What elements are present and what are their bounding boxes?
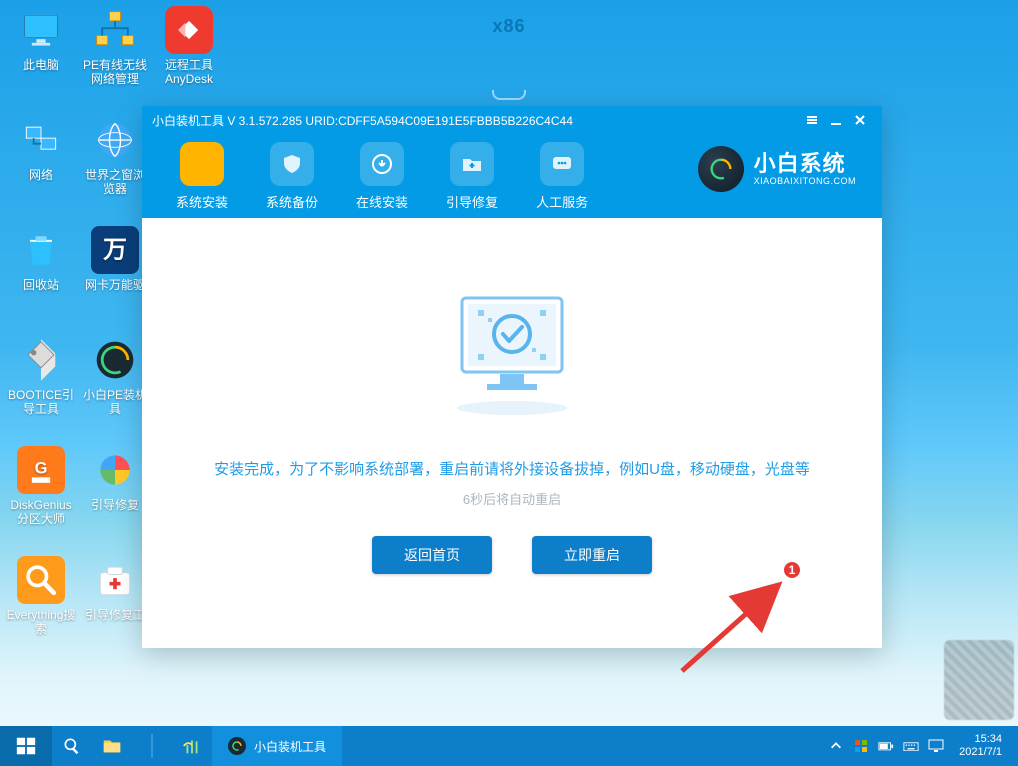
desktop-icon-this-pc[interactable]: 此电脑 [6,6,76,72]
close-button[interactable] [848,108,872,132]
desktop-icon-xiaobai-pe[interactable]: 小白PE装机具 [80,336,150,416]
network-icon [17,116,65,164]
icon-label: 远程工具AnyDesk [154,58,224,86]
taskbar-search[interactable] [52,726,92,766]
desktop-icon-diskgenius[interactable]: G DiskGenius分区大师 [6,446,76,526]
svg-text:万: 万 [103,236,127,263]
back-home-button[interactable]: 返回首页 [372,536,492,574]
recycle-bin-icon [17,226,65,274]
icon-label: 网络 [6,168,76,182]
content-pane: 安装完成，为了不影响系统部署，重启前请将外接设备拔掉，例如U盘，移动硬盘，光盘等… [142,218,882,648]
brand-subtitle: XIAOBAIXITONG.COM [754,177,856,186]
diskgenius-icon: G [17,446,65,494]
blurred-overlay [944,640,1014,720]
desktop-icon-pe-net[interactable]: PE有线无线网络管理 [80,6,150,86]
desktop-icon-anydesk[interactable]: 远程工具AnyDesk [154,6,224,86]
app-window: 小白装机工具 V 3.1.572.285 URID:CDFF5A594C09E1… [142,106,882,648]
tab-install[interactable]: 系统安装 [176,142,228,211]
icon-label: 世界之窗浏览器 [80,168,150,196]
folder-plus-icon [450,142,494,186]
taskbar-app-xiaobai[interactable]: 小白装机工具 [212,726,342,766]
icon-label: DiskGenius分区大师 [6,498,76,526]
tab-support[interactable]: 人工服务 [536,142,588,211]
annotation-badge: 1 [782,560,802,580]
icon-label: Everything搜索 [6,608,76,636]
anydesk-icon [165,6,213,54]
tag-icon [17,336,65,384]
icon-label: 此电脑 [6,58,76,72]
download-icon [180,142,224,186]
desktop-icon-network[interactable]: 网络 [6,116,76,182]
icon-label: 回收站 [6,278,76,292]
minimize-button[interactable] [824,108,848,132]
countdown-message: 6秒后将自动重启 [202,489,822,508]
clock-time: 15:34 [959,733,1002,746]
menu-button[interactable] [800,108,824,132]
desktop-icon-everything[interactable]: Everything搜索 [6,556,76,636]
tab-bootfix[interactable]: 引导修复 [446,142,498,211]
desktop-icon-driver-tool[interactable]: 万 网卡万能驱 [80,226,150,292]
brand-logo-icon [698,146,744,192]
desktop-icon-boot-repair[interactable]: 引导修复 [80,446,150,512]
tray-flag-icon[interactable] [853,738,869,754]
monitor-icon [17,6,65,54]
icon-label: 网卡万能驱 [80,278,150,292]
tray-keyboard-icon[interactable] [903,738,919,754]
wan-icon: 万 [91,226,139,274]
desktop-icon-boot-repair-tool[interactable]: 引导修复工 [80,556,150,622]
cloud-download-icon [360,142,404,186]
clock-date: 2021/7/1 [959,746,1002,759]
window-header: 小白装机工具 V 3.1.572.285 URID:CDFF5A594C09E1… [142,106,882,218]
taskbar-separator [132,726,172,766]
window-title: 小白装机工具 V 3.1.572.285 URID:CDFF5A594C09E1… [152,112,573,129]
tab-label: 人工服务 [536,192,588,211]
restart-now-button[interactable]: 立即重启 [532,536,652,574]
taskbar-explorer[interactable] [92,726,132,766]
taskbar-wifi-icon[interactable] [172,726,212,766]
install-complete-message: 安装完成，为了不影响系统部署，重启前请将外接设备拔掉，例如U盘，移动硬盘，光盘等 [202,458,822,479]
shield-icon [270,142,314,186]
tab-online[interactable]: 在线安装 [356,142,408,211]
tab-label: 系统备份 [266,192,318,211]
search-icon [17,556,65,604]
tab-bar: 系统安装 系统备份 在线安装 引导修复 人工服务 [176,142,588,211]
tray-monitor-icon[interactable] [928,738,944,754]
tab-label: 引导修复 [446,192,498,211]
tab-label: 在线安装 [356,192,408,211]
icon-label: PE有线无线网络管理 [80,58,150,86]
xiaobai-icon [91,336,139,384]
desktop-icon-world-browser[interactable]: 世界之窗浏览器 [80,116,150,196]
brand: 小白系统 XIAOBAIXITONG.COM [698,146,856,192]
svg-text:G: G [35,460,48,478]
titlebar[interactable]: 小白装机工具 V 3.1.572.285 URID:CDFF5A594C09E1… [142,106,882,134]
icon-label: 引导修复工 [80,608,150,622]
icon-label: 引导修复 [80,498,150,512]
desktop-icon-recycle-bin[interactable]: 回收站 [6,226,76,292]
taskbar: 小白装机工具 15:34 2021/7/1 [0,726,1018,766]
taskbar-clock[interactable]: 15:34 2021/7/1 [953,733,1010,759]
start-button[interactable] [0,726,52,766]
success-monitor-icon [432,278,592,418]
chat-icon [540,142,584,186]
icon-label: 小白PE装机具 [80,388,150,416]
medkit-icon [91,556,139,604]
desktop-icon-bootice[interactable]: BOOTICE引导工具 [6,336,76,416]
icon-label: BOOTICE引导工具 [6,388,76,416]
pinwheel-icon [91,446,139,494]
taskbar-app-label: 小白装机工具 [254,738,326,755]
tab-backup[interactable]: 系统备份 [266,142,318,211]
brand-title: 小白系统 [754,153,856,175]
system-tray: 15:34 2021/7/1 [828,726,1018,766]
tray-chevron-icon[interactable] [828,738,844,754]
tab-label: 系统安装 [176,192,228,211]
network-topology-icon [91,6,139,54]
tray-battery-icon[interactable] [878,738,894,754]
app-icon [228,737,246,755]
globe-icon [91,116,139,164]
